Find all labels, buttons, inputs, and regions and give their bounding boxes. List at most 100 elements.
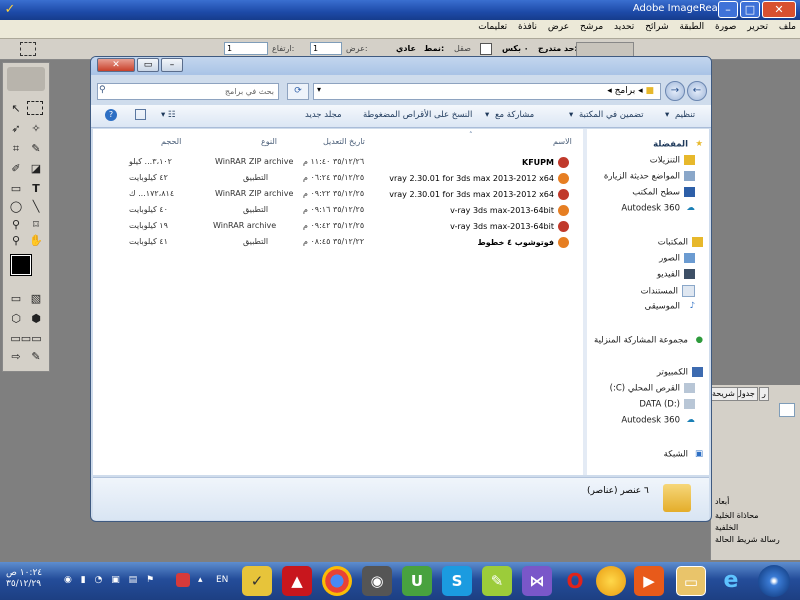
path-input[interactable]: ■ ◂ برامج ◂	[313, 83, 661, 100]
organize-dropdown-icon[interactable]: ▾	[665, 110, 669, 120]
nav-desktop[interactable]: سطح المكتب	[632, 187, 695, 198]
chrome-taskbar-icon[interactable]	[322, 566, 352, 596]
panel-item-status-message[interactable]: رسالة شريط الحالة	[715, 535, 780, 544]
close-button[interactable]: ✕	[762, 1, 796, 18]
opera-taskbar-icon[interactable]: O	[560, 566, 590, 596]
hand-tool-icon[interactable]: ✋	[27, 233, 45, 249]
back-button[interactable]: ←	[687, 81, 707, 101]
column-header-date[interactable]: تاريخ التعديل	[323, 137, 365, 146]
settings-taskbar-icon[interactable]: ◉	[362, 566, 392, 596]
table-row[interactable]: vray 2.30.01 for 3ds max 2013-2012 x64 ٣…	[93, 187, 583, 201]
visual-studio-taskbar-icon[interactable]: ⋈	[522, 566, 552, 596]
breadcrumb-programs[interactable]: برامج	[615, 86, 636, 96]
media-player-taskbar-icon[interactable]	[596, 566, 626, 596]
explorer-maximize-button[interactable]: ▭	[137, 58, 159, 72]
forward-button[interactable]: →	[665, 81, 685, 101]
nav-drive-d[interactable]: DATA (D:)	[639, 399, 695, 410]
foreground-color-swatch[interactable]	[10, 254, 32, 276]
imageready-taskbar-icon[interactable]: ✓	[242, 566, 272, 596]
column-header-size[interactable]: الحجم	[161, 137, 181, 146]
burn-button[interactable]: النسخ على الأقراص المضغوطة	[363, 110, 472, 120]
refresh-icon[interactable]: ⟳	[287, 83, 309, 100]
nav-network[interactable]: ▣الشبكة	[664, 449, 703, 460]
tray-app-icon[interactable]	[176, 573, 190, 587]
panel-item-background[interactable]: الخلفية	[715, 523, 738, 532]
nav-libraries[interactable]: المكتبات	[658, 237, 703, 248]
include-library-button[interactable]: تضمين في المكتبة	[579, 110, 644, 120]
style-select[interactable]: عادي	[396, 44, 416, 53]
standard-mode-icon[interactable]: ▭	[7, 291, 25, 307]
panel-item-cell-align[interactable]: محاذاة الخلية	[715, 511, 759, 520]
start-button[interactable]	[758, 565, 790, 597]
column-header-name[interactable]: الاسم	[553, 137, 572, 146]
nav-favorites[interactable]: ★المفضلة	[653, 139, 703, 150]
zoom-tool-icon[interactable]: ⚲	[7, 233, 25, 249]
preview-icon[interactable]: ⇨	[7, 349, 25, 365]
view-options-icon[interactable]: ▾ ☷	[161, 110, 176, 120]
screen-mode-icons[interactable]: ▭▭▭	[7, 331, 45, 347]
nav-homegroup[interactable]: ●مجموعة المشاركة المنزلية	[594, 335, 703, 346]
nav-music[interactable]: ♪الموسيقى	[645, 301, 695, 312]
menu-file[interactable]: ملف	[775, 20, 800, 34]
explorer-minimize-button[interactable]: –	[161, 58, 183, 72]
column-header-type[interactable]: النوع	[261, 137, 277, 146]
nav-recent-places[interactable]: المواضع حديثة الزيارة	[604, 171, 695, 182]
organize-button[interactable]: تنظيم	[675, 110, 695, 120]
nav-videos[interactable]: الفيديو	[657, 269, 695, 280]
skype-taskbar-icon[interactable]: S	[442, 566, 472, 596]
new-folder-button[interactable]: مجلد جديد	[305, 110, 342, 120]
selection-mode-buttons[interactable]	[576, 42, 634, 57]
menu-image[interactable]: صورة	[711, 20, 740, 34]
share-dropdown-icon[interactable]: ▾	[485, 110, 489, 120]
clock[interactable]: ١٠:٢٤ ص ٣٥/١٢/٢٩	[6, 568, 42, 590]
move-tool-icon[interactable]: ↖	[7, 101, 25, 117]
library-dropdown-icon[interactable]: ▾	[569, 110, 573, 120]
lasso-tool-icon[interactable]: ➶	[7, 121, 25, 137]
maximize-button[interactable]: □	[740, 1, 760, 18]
path-dropdown-icon[interactable]: ▾	[317, 85, 321, 94]
acrobat-taskbar-icon[interactable]: ▲	[282, 566, 312, 596]
magic-wand-tool-icon[interactable]: ✧	[27, 121, 45, 137]
language-indicator[interactable]: EN	[216, 575, 228, 585]
height-field[interactable]: 1	[224, 42, 268, 55]
share-with-button[interactable]: مشاركة مع	[495, 110, 534, 120]
nav-downloads[interactable]: التنزيلات	[650, 155, 695, 166]
crop-alt-tool-icon[interactable]: ⌑	[27, 217, 45, 233]
tray-expand-icon[interactable]: ▴	[198, 575, 203, 585]
antialias-checkbox[interactable]	[480, 43, 492, 55]
internet-explorer-taskbar-icon[interactable]: e	[716, 566, 746, 596]
jump-to-photoshop-icon[interactable]: ✎	[27, 349, 45, 365]
menu-edit[interactable]: تحرير	[743, 20, 772, 34]
nav-autodesk-360[interactable]: ☁Autodesk 360	[621, 415, 695, 426]
image-map-icon[interactable]: ⬡	[7, 311, 25, 327]
table-row[interactable]: KFUPM ٣٥/١٢/٢٦ ١١:٤٠ م WinRAR ZIP archiv…	[93, 155, 583, 169]
mask-mode-icon[interactable]: ▧	[27, 291, 45, 307]
line-tool-icon[interactable]: ╲	[27, 199, 45, 215]
menu-window[interactable]: نافذة	[514, 20, 541, 34]
menu-select[interactable]: تحديد	[610, 20, 638, 34]
eyedropper-tool-icon[interactable]: ⚲	[7, 217, 25, 233]
eraser-tool-icon[interactable]: ◪	[27, 161, 45, 177]
nav-pictures[interactable]: الصور	[659, 253, 695, 264]
brush-tool-icon[interactable]: ✐	[7, 161, 25, 177]
table-row[interactable]: v-ray 3ds max-2013-64bit ٣٥/١٢/٢٥ ٠٩:١٦ …	[93, 203, 583, 217]
pane-splitter[interactable]	[583, 129, 587, 475]
explorer-close-button[interactable]: ✕	[97, 58, 135, 72]
rectangle-tool-icon[interactable]: ▭	[7, 181, 25, 197]
menu-help[interactable]: تعليمات	[474, 20, 511, 34]
table-row[interactable]: فوتوشوب ٤ خطوط ٣٥/١٢/٢٢ ٠٨:٤٥ م التطبيق …	[93, 235, 583, 249]
tab-slice[interactable]: شريحة	[709, 387, 738, 401]
help-icon[interactable]: ?	[105, 109, 117, 121]
nav-drive-c[interactable]: القرص المحلي (C:)	[610, 383, 695, 394]
explorer-taskbar-icon[interactable]: ▭	[676, 566, 706, 596]
slice-tool-icon[interactable]: ✎	[27, 141, 45, 157]
crop-tool-icon[interactable]: ⌗	[7, 141, 25, 157]
width-field[interactable]: 1	[310, 42, 342, 55]
table-row[interactable]: vray 2.30.01 for 3ds max 2013-2012 x64 ٣…	[93, 171, 583, 185]
panel-item-dimensions[interactable]: أبعاد	[715, 497, 729, 506]
panel-dropdown[interactable]	[779, 403, 795, 417]
slice-visibility-icon[interactable]: ⬢	[27, 311, 45, 327]
nav-autodesk-360-fav[interactable]: ☁Autodesk 360	[621, 203, 695, 214]
player-taskbar-icon[interactable]: ▶	[634, 566, 664, 596]
nav-computer[interactable]: الكمبيوتر	[657, 367, 703, 378]
